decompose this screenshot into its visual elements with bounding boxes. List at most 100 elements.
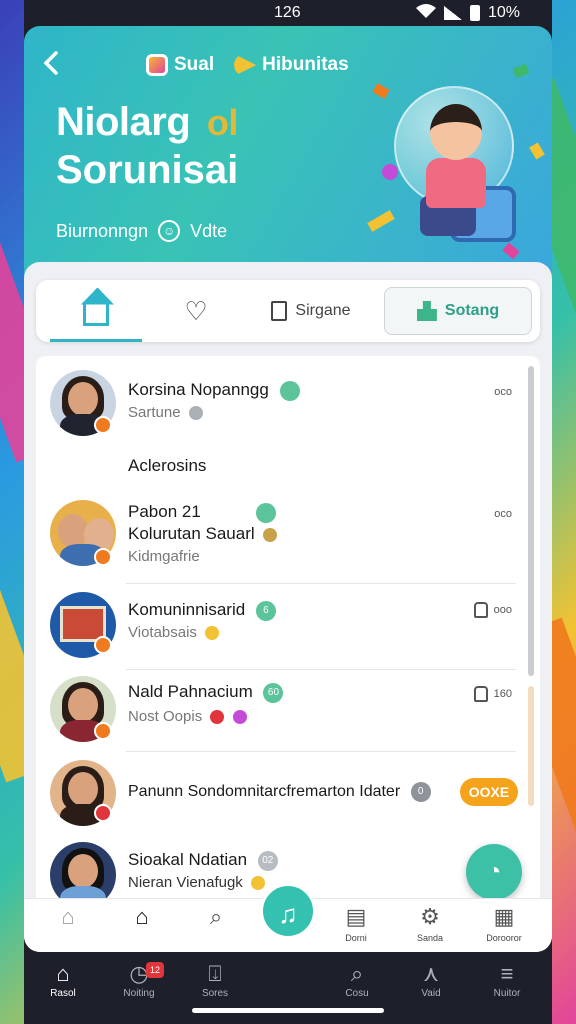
list-item[interactable]: Komuninnisarid 6 Viotabsais ooo bbox=[36, 584, 540, 670]
character-head bbox=[430, 104, 482, 160]
back-button[interactable] bbox=[40, 50, 64, 78]
play-icon bbox=[234, 54, 257, 76]
tag-button[interactable]: OOXE bbox=[460, 778, 518, 806]
home-icon: ⌂ bbox=[61, 904, 75, 929]
nav-home[interactable]: ⌂ Rasol bbox=[28, 960, 98, 999]
contact-name: Pabon 21 bbox=[128, 502, 276, 523]
contact-name: Sioakal Ndatian 02 bbox=[128, 850, 278, 871]
row-meta: ooo bbox=[473, 602, 512, 618]
nav-search[interactable]: ⌕ Cosu bbox=[322, 960, 392, 999]
status-badge bbox=[94, 804, 112, 822]
tab-home[interactable] bbox=[50, 280, 142, 342]
brand-hibunitas[interactable]: Hibunitas bbox=[234, 54, 349, 76]
contact-sub: Viotabsais bbox=[128, 624, 220, 641]
brand-row: Sual Hibunitas bbox=[146, 54, 349, 76]
toolbar-search[interactable]: ⌕ bbox=[186, 905, 246, 933]
home-filled-icon: ⌂ bbox=[135, 904, 149, 929]
row-meta: oco bbox=[494, 386, 512, 398]
status-badge bbox=[94, 416, 112, 434]
tab-bar: ♡ Sirgane Sotang bbox=[36, 280, 540, 342]
toolbar-home-filled[interactable]: ⌂ bbox=[112, 905, 172, 933]
nav-share[interactable]: ⋏ Vaid bbox=[396, 960, 466, 999]
confetti bbox=[382, 164, 398, 180]
title-tag: ol bbox=[206, 102, 239, 143]
contact-name-2-text: Kolurutan Sauarl bbox=[128, 524, 255, 543]
status-time: 126 bbox=[274, 4, 301, 21]
confetti bbox=[512, 63, 530, 79]
tab-active[interactable]: Sotang bbox=[384, 287, 532, 335]
status-icons: 10% bbox=[415, 3, 520, 23]
contact-name-text: Korsina Nopanngg bbox=[128, 380, 269, 399]
main-content: ♡ Sirgane Sotang Korsina Nopanngg Sartun… bbox=[24, 262, 552, 952]
subtitle-text: Biurnonngn bbox=[56, 220, 149, 241]
alert-icon bbox=[210, 710, 225, 725]
contact-name-text: Sioakal Ndatian bbox=[128, 850, 248, 869]
chip-icon: 6 bbox=[255, 600, 276, 621]
wifi-icon bbox=[415, 3, 436, 23]
contact-sub: Nost Oopis bbox=[128, 708, 247, 725]
nav-label: Sores bbox=[201, 988, 229, 999]
row-meta: 160 bbox=[473, 686, 512, 702]
contact-list[interactable]: Korsina Nopanngg Sartune oco Aclerosins bbox=[36, 356, 540, 916]
home-icon bbox=[83, 301, 109, 326]
nav-notifications[interactable]: ◷ 12 Noiting bbox=[104, 960, 174, 999]
share-icon: ⋏ bbox=[422, 961, 440, 986]
list-item[interactable]: Nald Pahnacium 60 Nost Oopis 160 bbox=[36, 670, 540, 752]
chip-icon: 60 bbox=[263, 682, 284, 703]
section-label: Aclerosins bbox=[128, 456, 207, 475]
blocks-icon bbox=[416, 301, 437, 321]
contact-name: Nald Pahnacium 60 bbox=[128, 682, 284, 703]
contact-sub: Sartune bbox=[128, 404, 203, 421]
instagram-icon bbox=[146, 54, 168, 76]
toolbar-label-4: Dorni bbox=[345, 933, 367, 943]
hero-header: Sual Hibunitas Niolarg ol Sorunisai Biur… bbox=[24, 26, 552, 276]
contact-sub-text: Viotabsais bbox=[128, 624, 197, 641]
title-text-1: Niolarg bbox=[56, 100, 191, 144]
row-meta-text: ooo bbox=[493, 604, 512, 616]
battery-percent: 10% bbox=[487, 4, 520, 21]
compose-icon: ◔ bbox=[486, 858, 502, 885]
contact-name-text: Panunn Sondomnitarcfremarton Idater bbox=[128, 783, 401, 801]
search-icon: ⌕ bbox=[350, 961, 364, 986]
heart-icon: ♡ bbox=[184, 295, 208, 326]
menu-icon: ≡ bbox=[500, 961, 514, 986]
list-item[interactable]: Pabon 21 Kolurutan Sauarl Kidmgafrie oco bbox=[36, 492, 540, 584]
contact-name-text: Pabon 21 bbox=[128, 502, 201, 521]
grid-icon: ▦ bbox=[493, 904, 515, 929]
tab-favorites[interactable]: ♡ bbox=[156, 280, 236, 342]
contact-sub: Kidmgafrie bbox=[128, 548, 200, 565]
chip-icon bbox=[279, 380, 300, 401]
toolbar-item-6[interactable]: ▦ Dorooror bbox=[474, 904, 534, 944]
pin-icon bbox=[263, 527, 278, 542]
status-bar: 126 10% bbox=[24, 0, 552, 26]
tab-saved[interactable]: Sirgane bbox=[246, 280, 376, 342]
brand-sual[interactable]: Sual bbox=[146, 54, 214, 76]
toolbar-item-5[interactable]: ⚙ Sanda bbox=[400, 905, 460, 944]
toolbar-home[interactable]: ⌂ bbox=[38, 905, 98, 933]
list-item[interactable]: Panunn Sondomnitarcfremarton Idater 0 OO… bbox=[36, 752, 540, 832]
floating-action-button[interactable]: ◔ bbox=[466, 844, 522, 900]
nav-label: Rasol bbox=[50, 988, 76, 999]
book-icon bbox=[271, 301, 288, 321]
music-button[interactable]: ♫ bbox=[260, 883, 316, 939]
tab-active-label: Sotang bbox=[444, 302, 500, 319]
contact-name-2: Kolurutan Sauarl bbox=[128, 524, 278, 544]
list-item[interactable]: Korsina Nopanngg Sartune oco bbox=[36, 364, 540, 446]
status-badge bbox=[94, 636, 112, 654]
confetti bbox=[502, 242, 520, 260]
subtitle-row[interactable]: Biurnonngn ☺ Vdte bbox=[56, 220, 227, 242]
confetti bbox=[529, 142, 545, 160]
contact-name-text: Nald Pahnacium bbox=[128, 682, 253, 701]
nav-menu[interactable]: ≡ Nuitor bbox=[472, 960, 542, 999]
nav-label: Cosu bbox=[345, 988, 369, 999]
nav-stores[interactable]: ⍗ Sores bbox=[180, 960, 250, 999]
subtitle-tail: Vdte bbox=[190, 220, 228, 241]
check-icon bbox=[188, 406, 203, 421]
bottom-toolbar: ⌂ ⌂ ⌕ ♫ ▤ Dorni ⚙ Sanda ▦ Dorooror bbox=[24, 883, 552, 952]
character-body bbox=[426, 158, 486, 208]
library-icon: ▤ bbox=[345, 904, 367, 929]
notification-badge: 12 bbox=[146, 962, 164, 978]
home-indicator[interactable] bbox=[192, 1008, 384, 1013]
chip-icon bbox=[255, 502, 276, 523]
toolbar-item-4[interactable]: ▤ Dorni bbox=[326, 904, 386, 944]
